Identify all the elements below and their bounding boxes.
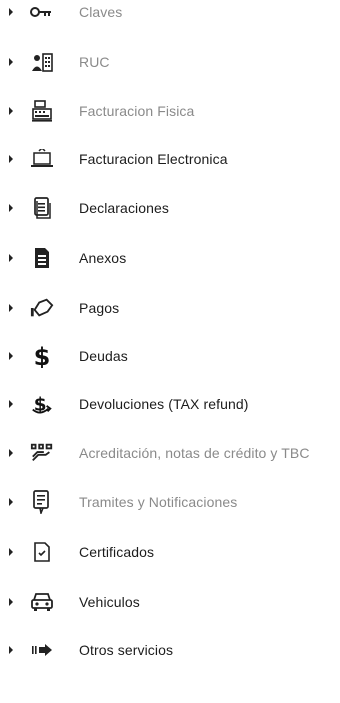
arrow-right-bars-icon [30,638,54,662]
notification-document-icon [30,490,54,514]
caret-right-icon[interactable] [9,548,13,556]
menu-item-certificados[interactable]: Certificados [0,532,340,572]
caret-right-icon[interactable] [9,254,13,262]
menu-item-label: Pagos [79,300,120,316]
car-icon [30,590,54,614]
caret-right-icon[interactable] [9,155,13,163]
dollar-icon: $ [30,344,54,368]
menu-item-label: Tramites y Notificaciones [79,494,238,510]
menu-item-acreditacion[interactable]: Acreditación, notas de crédito y TBC [0,433,340,473]
menu-item-label: Facturacion Fisica [79,103,195,119]
caret-right-icon[interactable] [9,400,13,408]
menu-item-label: Claves [79,4,123,20]
building-person-icon [30,50,54,74]
menu-item-deudas[interactable]: $ Deudas [0,336,340,376]
menu-item-label: RUC [79,54,110,70]
key-icon [30,0,54,24]
svg-text:$: $ [34,344,51,368]
dollar-refund-icon: $ [30,392,54,416]
document-lines-icon [30,196,54,220]
menu-item-label: Facturacion Electronica [79,151,228,167]
menu-item-label: Declaraciones [79,200,170,216]
menu-item-label: Otros servicios [79,642,174,658]
caret-right-icon[interactable] [9,449,13,457]
laptop-document-icon [30,147,54,171]
caret-right-icon[interactable] [9,304,13,312]
certificate-document-icon [30,540,54,564]
menu-item-ruc[interactable]: RUC [0,42,340,82]
menu-item-label: Devoluciones (TAX refund) [79,396,249,412]
menu-item-otros-servicios[interactable]: Otros servicios [0,630,340,670]
menu-item-label: Anexos [79,250,127,266]
document-filled-icon [30,246,54,270]
caret-right-icon[interactable] [9,204,13,212]
cards-hand-icon [30,441,54,465]
caret-right-icon[interactable] [9,498,13,506]
caret-right-icon[interactable] [9,107,13,115]
menu-item-label: Acreditación, notas de crédito y TBC [79,445,310,461]
caret-right-icon[interactable] [9,8,13,16]
menu-item-pagos[interactable]: Pagos [0,288,340,328]
services-menu: Claves RUC Facturacion Fisica Facturacio… [0,0,340,703]
caret-right-icon[interactable] [9,352,13,360]
menu-item-facturacion-fisica[interactable]: Facturacion Fisica [0,91,340,131]
menu-item-facturacion-electronica[interactable]: Facturacion Electronica [0,139,340,179]
caret-right-icon[interactable] [9,58,13,66]
cash-register-icon [30,99,54,123]
menu-item-anexos[interactable]: Anexos [0,238,340,278]
menu-item-label: Vehiculos [79,594,140,610]
menu-item-label: Certificados [79,544,155,560]
menu-item-devoluciones[interactable]: $ Devoluciones (TAX refund) [0,384,340,424]
menu-item-claves[interactable]: Claves [0,0,340,32]
caret-right-icon[interactable] [9,598,13,606]
caret-right-icon[interactable] [9,646,13,654]
menu-item-tramites[interactable]: Tramites y Notificaciones [0,482,340,522]
menu-item-label: Deudas [79,348,128,364]
hand-tag-icon [30,296,54,320]
menu-item-declaraciones[interactable]: Declaraciones [0,188,340,228]
menu-item-vehiculos[interactable]: Vehiculos [0,582,340,622]
